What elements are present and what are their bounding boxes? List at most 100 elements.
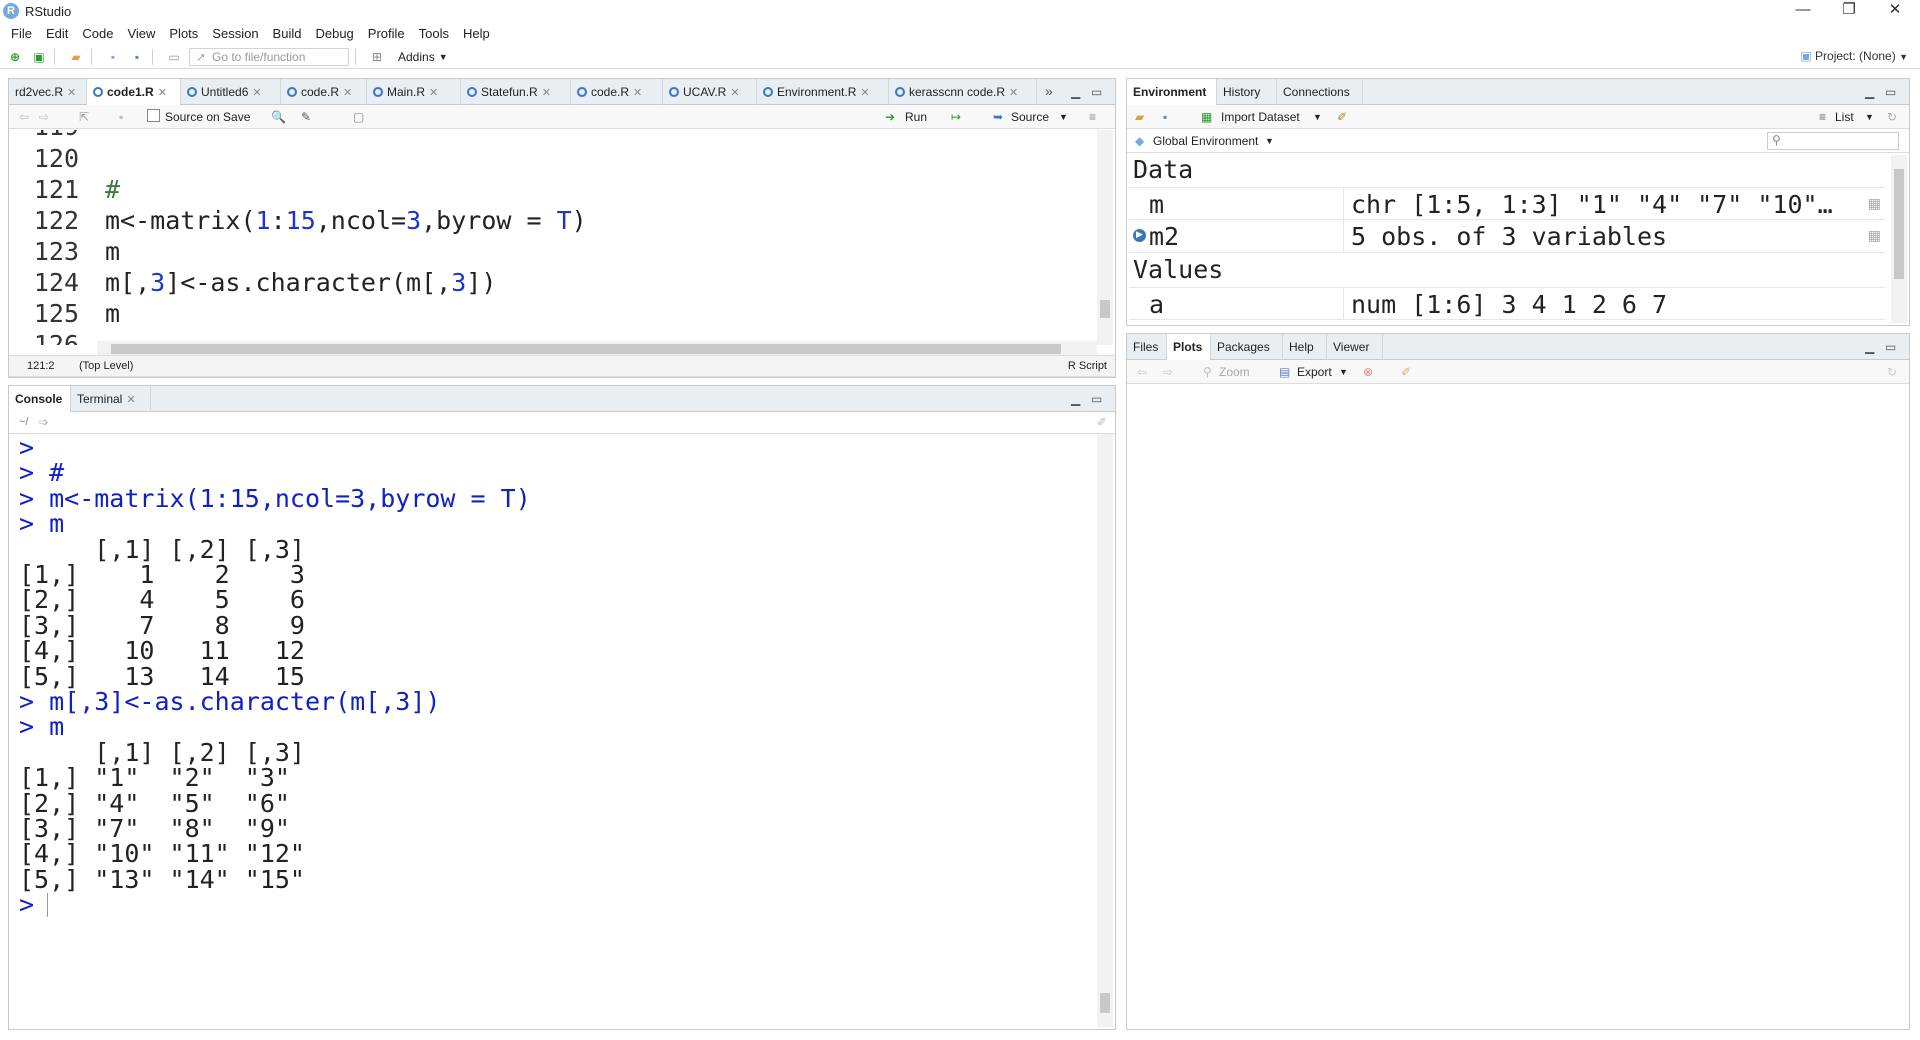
- view-table-icon[interactable]: ▦: [1868, 196, 1881, 212]
- code-area[interactable]: 119 120 121 # 122 m<-matrix(1:15,ncol=3,…: [9, 130, 1099, 345]
- close-tab-icon[interactable]: ✕: [633, 87, 642, 99]
- menu-tools[interactable]: Tools: [412, 26, 456, 41]
- minimize-pane-icon[interactable]: ▁: [1071, 85, 1080, 99]
- refresh-icon[interactable]: ↻: [1887, 110, 1897, 124]
- source-button[interactable]: Source: [1011, 110, 1049, 124]
- close-tab-icon[interactable]: ✕: [1009, 87, 1018, 99]
- menu-debug[interactable]: Debug: [308, 26, 360, 41]
- wand-icon[interactable]: ✎: [301, 110, 311, 124]
- chevron-down-icon[interactable]: ▼: [1059, 112, 1068, 122]
- search-icon[interactable]: 🔍: [271, 110, 286, 124]
- load-workspace-icon[interactable]: ▰: [1135, 110, 1144, 124]
- show-in-window-icon[interactable]: ⇱: [79, 110, 89, 124]
- tab-help[interactable]: Help: [1283, 334, 1327, 360]
- view-table-icon[interactable]: ▦: [1868, 228, 1881, 244]
- close-tab-icon[interactable]: ✕: [343, 87, 352, 99]
- menu-profile[interactable]: Profile: [361, 26, 412, 41]
- source-on-save-checkbox[interactable]: [147, 109, 160, 122]
- scrollbar-thumb[interactable]: [111, 344, 1061, 354]
- print-icon[interactable]: ▭: [165, 49, 183, 65]
- close-tab-icon[interactable]: ✕: [67, 87, 76, 99]
- menu-code[interactable]: Code: [75, 26, 120, 41]
- expand-icon[interactable]: ▶: [1133, 229, 1146, 242]
- tab-code1[interactable]: code1.R ✕: [87, 79, 181, 105]
- maximize-pane-icon[interactable]: ▭: [1885, 340, 1896, 354]
- project-menu[interactable]: ▣ Project: (None) ▼: [1800, 49, 1908, 63]
- close-tab-icon[interactable]: ✕: [252, 87, 261, 99]
- env-row-m[interactable]: m chr [1:5, 1:3] "1" "4" "7" "10"… ▦: [1129, 187, 1885, 220]
- file-type-selector[interactable]: R Script: [1068, 360, 1107, 372]
- new-file-icon[interactable]: ⊕: [6, 49, 24, 65]
- global-environment-selector[interactable]: Global Environment: [1153, 134, 1258, 148]
- clear-workspace-icon[interactable]: ✐: [1337, 110, 1347, 124]
- next-plot-icon[interactable]: ⇨: [1163, 365, 1173, 379]
- tab-terminal[interactable]: Terminal ✕: [71, 386, 151, 412]
- minimize-button[interactable]: —: [1780, 0, 1826, 22]
- editor-vertical-scrollbar[interactable]: [1097, 130, 1113, 345]
- environment-search-input[interactable]: ⚲: [1767, 132, 1899, 150]
- forward-icon[interactable]: ⇨: [39, 110, 49, 124]
- scrollbar-thumb[interactable]: [1100, 993, 1110, 1013]
- clear-console-icon[interactable]: ✐: [1097, 415, 1107, 429]
- zoom-button[interactable]: Zoom: [1219, 365, 1250, 379]
- save-workspace-icon[interactable]: ▪: [1163, 110, 1167, 124]
- open-folder-icon[interactable]: ▰: [67, 49, 85, 65]
- tab-main[interactable]: Main.R ✕: [367, 79, 461, 105]
- save-all-icon[interactable]: ▪: [128, 49, 146, 65]
- close-tab-icon[interactable]: ✕: [730, 87, 739, 99]
- scrollbar-thumb[interactable]: [1894, 169, 1904, 279]
- import-dataset-button[interactable]: Import Dataset: [1221, 110, 1300, 124]
- menu-build[interactable]: Build: [266, 26, 309, 41]
- tab-untitled6[interactable]: Untitled6 ✕: [181, 79, 281, 105]
- tab-code[interactable]: code.R ✕: [281, 79, 367, 105]
- menu-plots[interactable]: Plots: [162, 26, 205, 41]
- tab-statefun[interactable]: Statefun.R ✕: [461, 79, 571, 105]
- minimize-pane-icon[interactable]: ▁: [1865, 85, 1874, 99]
- menu-edit[interactable]: Edit: [39, 26, 75, 41]
- env-row-a[interactable]: a num [1:6] 3 4 1 2 6 7: [1129, 287, 1885, 320]
- tab-packages[interactable]: Packages: [1211, 334, 1283, 360]
- go-to-dir-icon[interactable]: ➩: [39, 415, 49, 429]
- environment-vertical-scrollbar[interactable]: [1891, 155, 1907, 323]
- tab-viewer[interactable]: Viewer: [1327, 334, 1383, 360]
- tab-code-2[interactable]: code.R ✕: [571, 79, 663, 105]
- tab-connections[interactable]: Connections: [1277, 79, 1363, 105]
- tab-files[interactable]: Files: [1127, 334, 1167, 360]
- tab-console[interactable]: Console: [9, 386, 71, 412]
- compile-report-icon[interactable]: ▢: [353, 110, 364, 124]
- minimize-pane-icon[interactable]: ▁: [1071, 392, 1080, 406]
- tab-plots[interactable]: Plots: [1167, 334, 1211, 360]
- run-button[interactable]: Run: [905, 110, 927, 124]
- more-tabs-icon[interactable]: »: [1045, 83, 1053, 99]
- tab-environment[interactable]: Environment: [1127, 79, 1217, 105]
- save-icon[interactable]: ▪: [104, 49, 122, 65]
- scope-selector[interactable]: (Top Level): [79, 360, 133, 372]
- close-tab-icon[interactable]: ✕: [860, 87, 869, 99]
- tab-environment-r[interactable]: Environment.R ✕: [757, 79, 889, 105]
- maximize-pane-icon[interactable]: ▭: [1885, 85, 1896, 99]
- maximize-pane-icon[interactable]: ▭: [1091, 392, 1102, 406]
- save-icon[interactable]: ▪: [119, 110, 123, 124]
- refresh-icon[interactable]: ↻: [1887, 365, 1897, 379]
- close-tab-icon[interactable]: ✕: [158, 87, 167, 99]
- scrollbar-thumb[interactable]: [1100, 300, 1110, 318]
- menu-file[interactable]: File: [4, 26, 39, 41]
- back-icon[interactable]: ⇦: [19, 110, 29, 124]
- new-project-icon[interactable]: ▣: [30, 49, 48, 65]
- close-tab-icon[interactable]: ✕: [542, 87, 551, 99]
- grid-layout-icon[interactable]: ⊞: [368, 49, 386, 65]
- maximize-pane-icon[interactable]: ▭: [1091, 85, 1102, 99]
- close-button[interactable]: ✕: [1872, 0, 1918, 22]
- menu-view[interactable]: View: [120, 26, 162, 41]
- tab-rd2vec[interactable]: rd2vec.R ✕: [9, 79, 87, 105]
- console-output[interactable]: > > # > m<-matrix(1:15,ncol=3,byrow = T) > …: [9, 434, 1097, 1029]
- previous-plot-icon[interactable]: ⇦: [1137, 365, 1147, 379]
- close-tab-icon[interactable]: ✕: [126, 394, 135, 406]
- addins-menu[interactable]: Addins: [398, 50, 435, 64]
- export-button[interactable]: Export: [1297, 365, 1332, 379]
- menu-help[interactable]: Help: [456, 26, 497, 41]
- go-to-file-input[interactable]: ➚ Go to file/function: [189, 47, 349, 66]
- tab-history[interactable]: History: [1217, 79, 1277, 105]
- tab-ucav[interactable]: UCAV.R ✕: [663, 79, 757, 105]
- list-view-selector[interactable]: List: [1835, 110, 1854, 124]
